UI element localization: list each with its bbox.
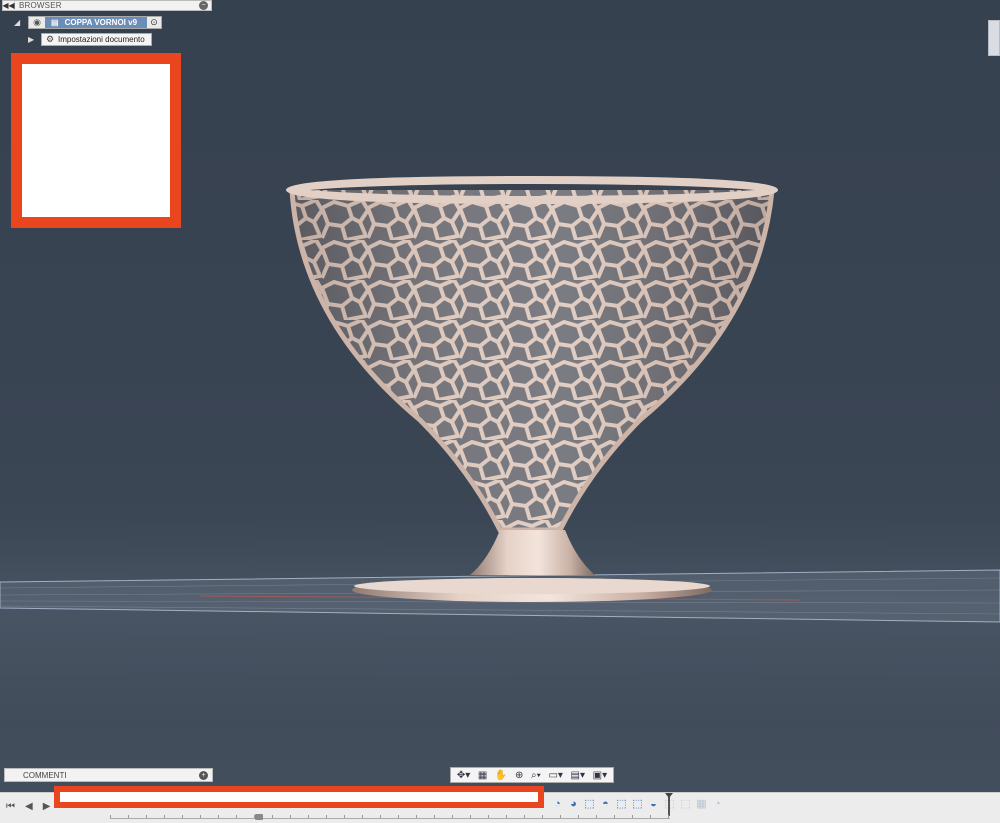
display-settings-icon[interactable]: ▭▾ [548, 770, 562, 781]
timeline-controls: ⏮ ◀ ▶ [6, 801, 50, 812]
timeline-track [110, 818, 670, 819]
document-icon: ▤ [51, 17, 59, 27]
fit-zoom-icon[interactable]: ⌕▾ [531, 770, 541, 781]
look-at-icon[interactable]: ▦ [478, 770, 487, 781]
step-back-icon[interactable]: ◀ [25, 801, 33, 812]
timeline-scroll-handle[interactable] [255, 814, 263, 820]
browser-title: BROWSER [19, 1, 62, 10]
browser-root-node[interactable]: ◢ ◉ ▤ COPPA VORNOI v9 ⊙ [14, 15, 163, 29]
root-node-text: COPPA VORNOI v9 [64, 17, 138, 27]
feature-form-icon[interactable]: ◔ [550, 797, 565, 812]
expand-triangle-icon[interactable]: ◢ [14, 18, 28, 27]
root-node-box[interactable]: ◉ ▤ COPPA VORNOI v9 ⊙ [28, 15, 163, 29]
timeline-redaction-box [54, 786, 544, 808]
gear-icon: ⚙ [45, 33, 55, 44]
browser-panel-header: ◀◀ BROWSER − [2, 0, 212, 11]
viewcube-edge-button[interactable] [988, 20, 1000, 56]
feature-suppressed-icon[interactable]: ⬚ [678, 797, 693, 812]
feature-form-icon[interactable]: ◕ [566, 797, 581, 812]
orbit-icon[interactable]: ✥▾ [457, 770, 470, 781]
feature-edit-icon[interactable]: ⬚ [582, 797, 597, 812]
comments-title: COMMENTI [23, 770, 67, 780]
timeline-features: ◔ ◕ ⬚ ◓ ⬚ ⬚ ◒ ⬚ ⬚ ▦ ◔ [550, 797, 725, 812]
plus-circle-icon[interactable]: + [199, 770, 208, 780]
close-circle-icon[interactable]: − [199, 1, 208, 10]
pan-hand-icon[interactable]: ✋ [495, 770, 507, 781]
play-icon[interactable]: ▶ [43, 801, 51, 812]
feature-edit-icon[interactable]: ⬚ [630, 797, 645, 812]
zoom-icon[interactable]: ⊕ [515, 770, 523, 781]
viewports-icon[interactable]: ▣▾ [593, 770, 607, 781]
feature-body-icon[interactable]: ◒ [646, 797, 661, 812]
feature-edit-icon[interactable]: ◓ [598, 797, 613, 812]
go-to-start-icon[interactable]: ⏮ [6, 801, 15, 812]
redaction-box [11, 53, 181, 228]
expand-right-icon[interactable]: ▶ [28, 35, 41, 44]
grid-settings-icon[interactable]: ▤▾ [571, 770, 585, 781]
double-left-arrow-icon[interactable]: ◀◀ [2, 0, 15, 11]
voronoi-cup-model[interactable] [280, 176, 790, 602]
feature-suppressed-icon[interactable]: ◔ [710, 797, 725, 812]
feature-edit-icon[interactable]: ⬚ [614, 797, 629, 812]
root-node-label[interactable]: ▤ COPPA VORNOI v9 [45, 16, 148, 28]
child-node-label: Impostazioni documento [58, 34, 145, 44]
activate-target-icon[interactable]: ⊙ [147, 17, 161, 28]
child-node-box[interactable]: ⚙ Impostazioni documento [41, 32, 152, 46]
navigation-toolbar: ✥▾ ▦ ✋ ⊕ ⌕▾ ▭▾ ▤▾ ▣▾ [450, 767, 614, 783]
timeline-marker[interactable] [665, 793, 673, 816]
comments-panel-header[interactable]: COMMENTI + [4, 768, 213, 782]
browser-child-node[interactable]: ▶ ⚙ Impostazioni documento [28, 32, 152, 46]
eye-icon[interactable]: ◉ [29, 17, 45, 28]
feature-suppressed-icon[interactable]: ▦ [694, 797, 709, 812]
